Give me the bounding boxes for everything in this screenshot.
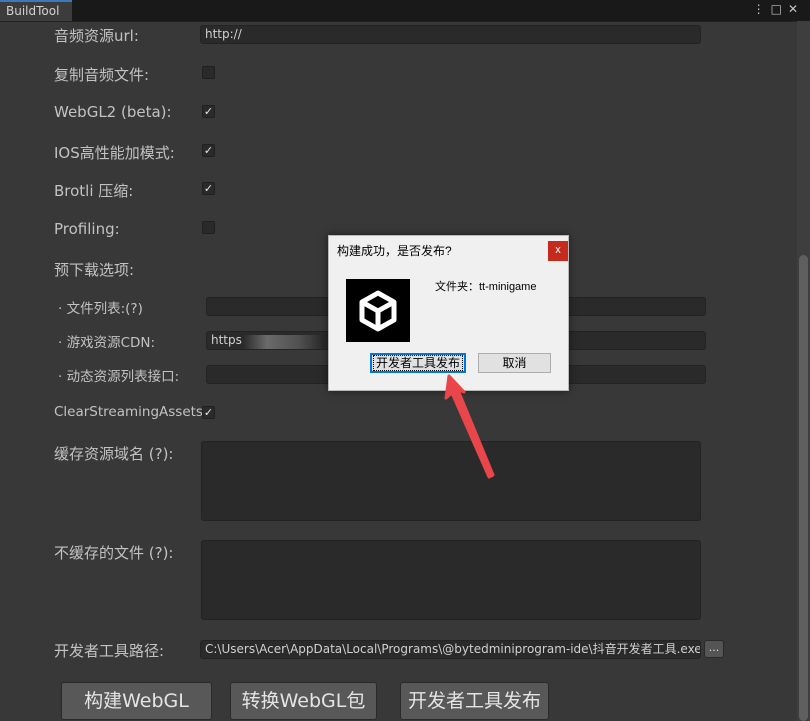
preload-section-title: 预下载选项:: [54, 261, 135, 279]
unity-logo-icon: [346, 279, 410, 342]
browse-button[interactable]: ...: [704, 640, 724, 658]
build-webgl-button[interactable]: 构建WebGL: [61, 682, 212, 720]
audio-url-label: 音频资源url:: [54, 27, 139, 45]
publish-dialog: 构建成功，是否发布? x 文件夹：tt-minigame 开发者工具发布 取消: [328, 235, 569, 391]
check-icon: ✓: [203, 105, 214, 118]
audio-url-input[interactable]: http://: [200, 25, 701, 44]
clear-streaming-checkbox[interactable]: ✓: [202, 406, 215, 419]
redacted-region: [243, 335, 323, 349]
copy-audio-checkbox[interactable]: [202, 66, 215, 79]
maximize-icon[interactable]: □: [771, 2, 788, 16]
convert-webgl-button[interactable]: 转换WebGL包: [230, 682, 377, 720]
check-icon: ✓: [203, 144, 214, 157]
devtool-path-input[interactable]: C:\Users\Acer\AppData\Local\Programs\@by…: [200, 640, 701, 659]
file-list-label: · 文件列表:(?): [58, 301, 143, 317]
copy-audio-label: 复制音频文件:: [54, 66, 150, 84]
webgl2-checkbox[interactable]: ✓: [202, 105, 215, 118]
window-titlebar: BuildTool ⋮□✕: [0, 0, 810, 22]
scrollbar-thumb[interactable]: [799, 255, 808, 721]
ios-high-perf-checkbox[interactable]: ✓: [202, 144, 215, 157]
tab-buildtool[interactable]: BuildTool: [0, 0, 72, 21]
window-controls: ⋮□✕: [753, 2, 804, 16]
profiling-label: Profiling:: [54, 220, 120, 238]
dynamic-list-label: · 动态资源列表接口:: [58, 369, 180, 385]
dialog-title: 构建成功，是否发布?: [337, 244, 452, 258]
webgl2-label: WebGL2 (beta):: [54, 103, 172, 121]
cache-domain-label: 缓存资源域名 (?):: [54, 445, 174, 463]
devtool-path-label: 开发者工具路径:: [54, 642, 165, 660]
dialog-close-button[interactable]: x: [548, 241, 568, 261]
publish-devtool-button[interactable]: 开发者工具发布: [400, 682, 549, 720]
no-cache-files-textarea[interactable]: [201, 540, 701, 620]
cdn-label: · 游戏资源CDN:: [58, 335, 156, 351]
brotli-label: Brotli 压缩:: [54, 182, 134, 200]
check-icon: ✓: [203, 182, 214, 195]
menu-icon[interactable]: ⋮: [753, 2, 771, 16]
dialog-publish-button[interactable]: 开发者工具发布: [370, 353, 466, 373]
dialog-cancel-button[interactable]: 取消: [478, 353, 551, 373]
no-cache-files-label: 不缓存的文件 (?):: [54, 544, 174, 562]
profiling-checkbox[interactable]: [202, 221, 215, 234]
clear-streaming-label: ClearStreamingAssets:: [54, 404, 208, 420]
dialog-message: 文件夹：tt-minigame: [435, 281, 537, 293]
ios-high-perf-label: IOS高性能加模式:: [54, 144, 175, 162]
dialog-publish-label: 开发者工具发布: [372, 355, 464, 371]
brotli-checkbox[interactable]: ✓: [202, 182, 215, 195]
cache-domain-textarea[interactable]: [201, 441, 701, 521]
check-icon: ✓: [203, 406, 214, 419]
close-icon[interactable]: ✕: [788, 2, 804, 16]
